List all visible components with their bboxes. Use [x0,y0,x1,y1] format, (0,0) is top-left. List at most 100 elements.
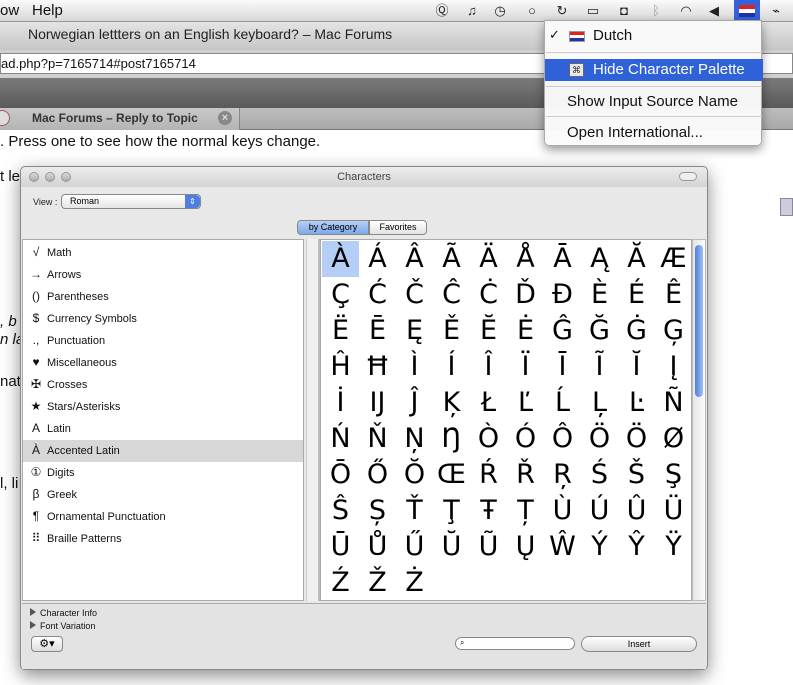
category-item[interactable]: $ Currency Symbols [23,308,303,330]
character-cell[interactable]: Ù [544,493,581,529]
close-button[interactable] [29,172,39,182]
character-cell[interactable]: Ï [507,349,544,385]
category-item[interactable]: → Arrows [23,264,303,286]
script-icon[interactable]: ◘ [614,2,634,20]
character-cell[interactable]: Ĥ [322,349,359,385]
character-cell[interactable]: È [581,277,618,313]
character-cell[interactable]: Ž [359,565,396,601]
zoom-button[interactable] [61,172,71,182]
character-cell[interactable]: Ľ [507,385,544,421]
character-cell[interactable]: Ņ [396,421,433,457]
character-cell[interactable]: Ķ [433,385,470,421]
character-cell[interactable]: Ĺ [544,385,581,421]
q-icon[interactable]: Ⓠ [432,2,452,20]
view-select[interactable]: Roman ⇕ [61,194,201,209]
character-cell[interactable]: İ [322,385,359,421]
character-cell[interactable]: Ğ [581,313,618,349]
character-cell[interactable]: Î [470,349,507,385]
character-cell[interactable]: Ä [470,241,507,277]
character-cell[interactable]: Æ [655,241,692,277]
character-cell[interactable]: Ş [655,457,692,493]
character-cell[interactable]: Š [618,457,655,493]
input-menu-item-show-input-source-name[interactable]: Show Input Source Name [545,91,763,113]
character-cell[interactable]: Ö [581,421,618,457]
chat-icon[interactable]: ○ [522,2,542,20]
character-cell[interactable]: Ū [322,529,359,565]
character-cell[interactable]: Ý [581,529,618,565]
character-cell[interactable]: Ĵ [396,385,433,421]
character-cell[interactable]: Ø [655,421,692,457]
character-cell[interactable]: Ŀ [618,385,655,421]
character-cell[interactable]: Ę [396,313,433,349]
character-cell[interactable]: Ŏ [396,457,433,493]
character-cell[interactable]: Ó [507,421,544,457]
input-menu-item-open-international[interactable]: Open International... [545,122,763,144]
character-cell[interactable]: Ĳ [359,385,396,421]
character-cell[interactable]: Ť [396,493,433,529]
tab-close-icon[interactable]: × [218,111,232,125]
character-cell[interactable]: É [618,277,655,313]
character-cell[interactable]: Ś [581,457,618,493]
category-item[interactable]: A Latin [23,418,303,440]
input-menu-item-dutch[interactable]: ✓ Dutch [545,25,763,47]
scrollbar-thumb[interactable] [695,245,703,397]
tab-by-category[interactable]: by Category [297,220,369,235]
character-cell[interactable]: Ř [507,457,544,493]
character-cell[interactable]: Ĉ [433,277,470,313]
wifi-icon[interactable]: ◠ [676,2,696,20]
character-cell[interactable]: Ŝ [322,493,359,529]
character-cell[interactable]: Å [507,241,544,277]
category-item[interactable]: ., Punctuation [23,330,303,352]
character-cell[interactable]: Ď [507,277,544,313]
attachment-icon[interactable] [780,198,793,216]
character-cell[interactable]: Ą [581,241,618,277]
category-item[interactable]: () Parentheses [23,286,303,308]
character-cell[interactable]: Ě [433,313,470,349]
character-cell[interactable]: Ü [655,493,692,529]
character-cell[interactable]: Ű [396,529,433,565]
character-cell[interactable]: Ż [396,565,433,601]
character-cell[interactable]: Ō [322,457,359,493]
character-cell[interactable]: Ĩ [581,349,618,385]
character-cell[interactable]: Ŋ [433,421,470,457]
character-cell[interactable]: Ő [359,457,396,493]
character-cell[interactable]: Ë [322,313,359,349]
character-cell[interactable]: Ì [396,349,433,385]
character-cell[interactable]: Ô [544,421,581,457]
category-item[interactable]: ★ Stars/Asterisks [23,396,303,418]
character-cell[interactable]: Ų [507,529,544,565]
character-cell[interactable]: Ê [655,277,692,313]
menu-item-window[interactable]: ow [0,2,19,19]
bluetooth-icon[interactable]: ᛒ [646,2,666,20]
category-item[interactable]: √ Math [23,242,303,264]
category-item[interactable]: ¶ Ornamental Punctuation [23,506,303,528]
category-item[interactable]: ✠ Crosses [23,374,303,396]
headphones-icon[interactable]: ♫ [462,2,482,20]
display-icon[interactable]: ▭ [583,2,603,20]
sync-icon[interactable]: ↻ [552,2,572,20]
character-cell[interactable]: Ź [322,565,359,601]
character-cell[interactable]: Œ [433,457,470,493]
character-cell[interactable]: Ĕ [470,313,507,349]
character-cell[interactable]: Ĭ [618,349,655,385]
character-cell[interactable]: Ċ [470,277,507,313]
character-cell[interactable]: Ŷ [618,529,655,565]
insert-button[interactable]: Insert [581,636,697,652]
minimize-button[interactable] [45,172,55,182]
character-cell[interactable]: Ł [470,385,507,421]
input-menu-flag-button[interactable] [734,0,760,22]
tab-favorites[interactable]: Favorites [369,220,427,235]
volume-icon[interactable]: ◀ [704,2,724,20]
time-machine-icon[interactable]: ◷ [490,2,510,20]
category-item[interactable]: ① Digits [23,462,303,484]
character-cell[interactable]: Ț [507,493,544,529]
character-cell[interactable]: Ŗ [544,457,581,493]
tab-reply-to-topic[interactable]: Mac Forums – Reply to Topic × [0,108,240,130]
action-gear-button[interactable]: ⚙▾ [31,636,63,652]
character-cell[interactable]: Â [396,241,433,277]
character-info-disclosure[interactable]: Character Info [30,608,97,618]
character-cell[interactable]: Ũ [470,529,507,565]
character-cell[interactable]: Ţ [433,493,470,529]
character-cell[interactable]: Ć [359,277,396,313]
character-cell[interactable]: Ÿ [655,529,692,565]
